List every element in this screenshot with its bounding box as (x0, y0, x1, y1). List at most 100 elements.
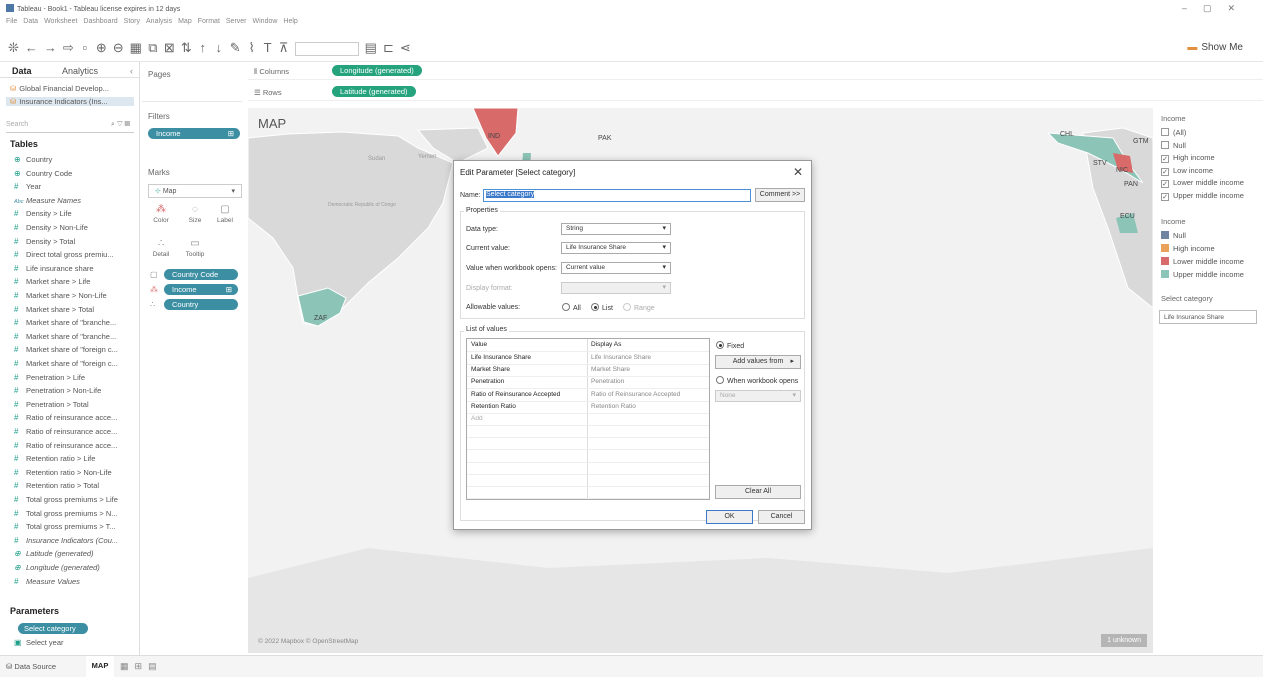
menu-item[interactable]: Worksheet (44, 18, 77, 30)
checkbox-icon[interactable] (1161, 128, 1169, 136)
income-filter-item[interactable]: ✓ Upper middle income (1161, 191, 1244, 201)
field-item[interactable]: ⊕ Latitude (generated) (14, 549, 140, 558)
show-cards-icon[interactable]: ▤ (365, 40, 377, 56)
field-item[interactable]: # Total gross premiums > Life (14, 495, 140, 504)
menu-item[interactable]: Help (283, 18, 297, 30)
sort-asc-icon[interactable]: ↑ (198, 40, 208, 56)
menu-item[interactable]: Dashboard (83, 18, 117, 30)
field-item[interactable]: ⊕ Longitude (generated) (14, 563, 140, 572)
field-item[interactable]: # Retention ratio > Life (14, 454, 140, 463)
field-item[interactable]: # Density > Life (14, 209, 140, 218)
close-icon[interactable]: ✕ (793, 165, 803, 179)
mark-pill-country[interactable]: Country (164, 299, 238, 310)
checkbox-checked-icon[interactable]: ✓ (1161, 167, 1169, 176)
table-row[interactable] (467, 450, 709, 463)
table-row[interactable] (467, 474, 709, 487)
income-color-item[interactable]: Null (1161, 231, 1186, 240)
size-button[interactable]: ◌ Size (184, 204, 206, 224)
search-icon[interactable]: ⌕ ▽ ▤ (111, 121, 130, 129)
rows-shelf[interactable]: ☰ Rows Latitude (generated) (248, 85, 1263, 101)
add-values-from-button[interactable]: Add values from ▸ (715, 355, 801, 369)
income-color-item[interactable]: Lower middle income (1161, 257, 1244, 266)
select-category-input[interactable]: Life Insurance Share (1159, 310, 1257, 324)
close-window-button[interactable]: ✕ (1227, 3, 1251, 13)
field-item[interactable]: # Penetration > Non-Life (14, 386, 140, 395)
mark-pill-country-code[interactable]: Country Code (164, 269, 238, 280)
field-item[interactable]: # Penetration > Total (14, 400, 140, 409)
when-opens-select[interactable]: Current value ▾ (561, 262, 671, 274)
field-item[interactable]: # Density > Total (14, 237, 140, 246)
save-icon[interactable]: ▫ (80, 40, 90, 56)
field-item[interactable]: ⊕ Country Code (14, 169, 140, 178)
clear-sheet-icon[interactable]: ⊠ (164, 40, 175, 56)
menu-item[interactable]: Format (198, 18, 220, 30)
show-me-button[interactable]: ▬ Show Me (1187, 42, 1243, 53)
field-item[interactable]: # Insurance Indicators (Cou... (14, 536, 140, 545)
field-item[interactable]: Abc Measure Names (14, 196, 140, 205)
label-button[interactable]: ▢ Label (214, 204, 236, 224)
field-item[interactable]: # Total gross premiums > T... (14, 522, 140, 531)
new-story-icon[interactable]: ▤ (148, 661, 163, 671)
search-input[interactable]: Search ⌕ ▽ ▤ (6, 121, 134, 133)
income-filter-item[interactable]: ✓ Lower middle income (1161, 178, 1244, 188)
menu-item[interactable]: Map (178, 18, 192, 30)
new-dashboard-icon[interactable]: ⊞ (135, 661, 149, 671)
table-row[interactable]: Penetration Penetration (467, 376, 709, 390)
ok-button[interactable]: OK (706, 510, 753, 524)
menu-item[interactable]: Server (226, 18, 247, 30)
mark-pill-income[interactable]: Income ⊞ (164, 284, 238, 295)
new-worksheet-icon[interactable]: ▦ (120, 661, 135, 671)
table-row[interactable] (467, 486, 709, 500)
new-datasource-icon[interactable]: ⊕ (96, 40, 107, 56)
field-item[interactable]: # Total gross premiums > N... (14, 509, 140, 518)
datasource-item-selected[interactable]: ⛁ Insurance Indicators (Ins... (6, 97, 134, 106)
allowable-all-radio[interactable]: All (562, 303, 581, 312)
table-row[interactable]: Market Share Market Share (467, 364, 709, 378)
table-row[interactable]: Retention Ratio Retention Ratio (467, 401, 709, 414)
income-filter-item[interactable]: (All) (1161, 128, 1186, 137)
columns-shelf[interactable]: ⦀ Columns Longitude (generated) (248, 64, 1263, 80)
columns-pill-longitude[interactable]: Longitude (generated) (332, 65, 422, 76)
parameter-select-category[interactable]: Select category (18, 623, 88, 634)
field-item[interactable]: # Market share > Non-Life (14, 291, 140, 300)
labels-icon[interactable]: T (263, 40, 273, 56)
collapse-pane-icon[interactable]: ‹ (130, 66, 133, 76)
field-item[interactable]: # Penetration > Life (14, 373, 140, 382)
field-item[interactable]: # Market share of "foreign c... (14, 345, 140, 354)
field-item[interactable]: # Density > Non-Life (14, 223, 140, 232)
field-item[interactable]: # Market share > Life (14, 277, 140, 286)
table-row[interactable] (467, 462, 709, 475)
maximize-button[interactable]: ▢ (1203, 3, 1228, 13)
when-workbook-opens-radio[interactable]: When workbook opens (716, 376, 798, 385)
checkbox-icon[interactable] (1161, 140, 1169, 149)
minimize-button[interactable]: – (1182, 3, 1203, 13)
duplicate-sheet-icon[interactable]: ⧉ (148, 40, 158, 56)
sort-desc-icon[interactable]: ↓ (214, 40, 224, 56)
allowable-list-radio[interactable]: List (591, 303, 613, 312)
field-item[interactable]: # Year (14, 182, 140, 191)
income-filter-item[interactable]: Null (1161, 140, 1186, 150)
tooltip-button[interactable]: ▭ Tooltip (184, 238, 206, 258)
cancel-button[interactable]: Cancel (758, 510, 805, 524)
field-item[interactable]: # Retention ratio > Total (14, 481, 140, 490)
list-of-values-table[interactable]: Value Display As Life Insurance Share Lif… (466, 338, 710, 500)
share-icon[interactable]: ⋖ (400, 40, 411, 56)
income-color-item[interactable]: High income (1161, 244, 1215, 253)
menu-item[interactable]: Analysis (146, 18, 172, 30)
table-row[interactable] (467, 425, 709, 439)
checkbox-checked-icon[interactable]: ✓ (1161, 180, 1169, 188)
menu-item[interactable]: Story (124, 18, 140, 30)
color-button[interactable]: ⁂ Color (150, 204, 172, 224)
group-icon[interactable]: ⌇ (247, 40, 257, 56)
checkbox-checked-icon[interactable]: ✓ (1161, 192, 1169, 201)
unknown-indicator[interactable]: 1 unknown (1101, 634, 1147, 647)
fixed-radio[interactable]: Fixed (716, 341, 744, 350)
income-filter-item[interactable]: ✓ High income (1161, 153, 1215, 163)
data-source-tab[interactable]: ⛁ Data Source (6, 662, 56, 671)
fix-axes-icon[interactable]: ⊼ (279, 40, 289, 56)
field-item[interactable]: # Retention ratio > Non-Life (14, 468, 140, 477)
field-item[interactable]: # Ratio of reinsurance acce... (14, 413, 140, 422)
menu-item[interactable]: Data (23, 18, 38, 30)
tableau-icon[interactable]: ❊ (8, 40, 19, 56)
presentation-icon[interactable]: ⊏ (383, 40, 394, 56)
